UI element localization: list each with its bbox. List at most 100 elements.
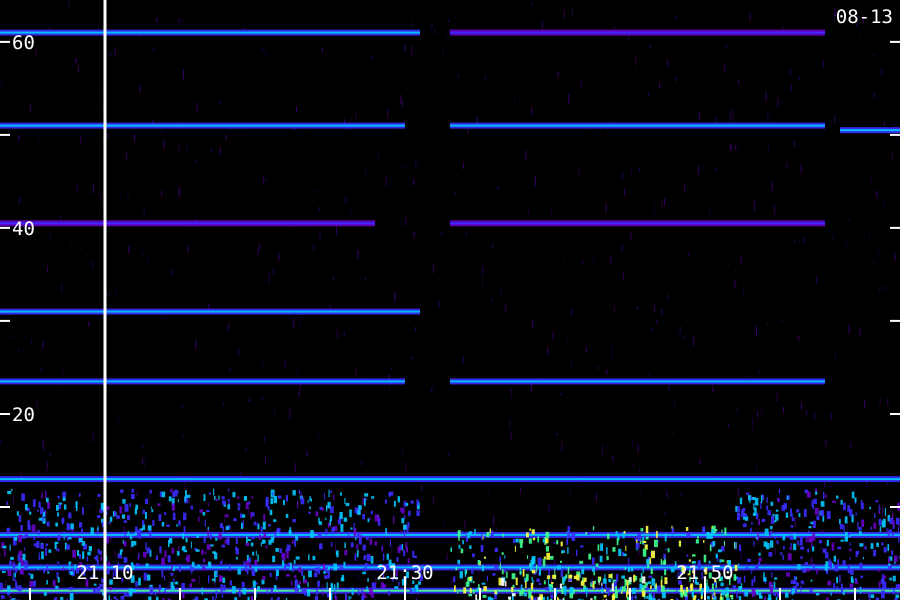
noise-cell: [837, 546, 842, 550]
noise-cell: [607, 533, 610, 540]
noise-speck: [833, 12, 835, 22]
noise-cell: [588, 553, 592, 560]
carrier-line: [0, 308, 420, 315]
noise-cell: [18, 514, 22, 523]
noise-speck: [484, 75, 486, 83]
noise-cell: [686, 533, 691, 538]
noise-speck: [223, 401, 225, 405]
noise-speck: [313, 189, 315, 192]
noise-cell: [142, 509, 146, 514]
noise-cell: [741, 509, 745, 517]
noise-speck: [285, 174, 287, 177]
carrier-core: [0, 124, 405, 127]
noise-cell: [603, 594, 607, 598]
noise-speck: [210, 148, 212, 154]
noise-cell: [148, 596, 152, 600]
noise-cell: [298, 581, 301, 585]
noise-cell: [205, 550, 207, 555]
noise-cell: [707, 596, 710, 600]
noise-cell: [842, 560, 846, 566]
noise-cell: [798, 513, 801, 517]
noise-cell: [700, 588, 703, 596]
noise-cell: [228, 488, 230, 492]
y-tick-right: [890, 319, 900, 322]
noise-cell: [840, 499, 843, 505]
noise-cell: [228, 525, 231, 529]
noise-cell: [263, 532, 267, 538]
noise-cell: [539, 568, 542, 576]
noise-cell: [69, 586, 73, 591]
noise-cell: [878, 504, 880, 513]
carrier-core: [450, 222, 825, 225]
noise-speck: [623, 542, 625, 547]
noise-speck: [528, 210, 530, 215]
noise-cell: [100, 556, 103, 561]
noise-cell: [92, 589, 97, 592]
noise-cell: [106, 537, 109, 544]
noise-speck: [293, 318, 295, 328]
carrier-core: [0, 310, 420, 313]
noise-cell: [808, 526, 812, 529]
noise-cell: [501, 552, 504, 555]
noise-cell: [790, 591, 792, 595]
noise-cell: [579, 560, 584, 564]
noise-speck: [317, 432, 319, 439]
noise-cell: [811, 557, 813, 566]
noise-speck: [127, 193, 129, 200]
noise-speck: [676, 76, 677, 82]
noise-speck: [144, 459, 146, 468]
noise-cell: [220, 561, 223, 564]
noise-cell: [651, 550, 655, 559]
noise-cell: [508, 596, 511, 600]
noise-cell: [12, 571, 14, 579]
noise-cell: [822, 548, 827, 553]
noise-cell: [95, 555, 99, 561]
noise-cell: [747, 558, 751, 563]
noise-cell: [664, 577, 668, 585]
noise-cell: [37, 529, 40, 535]
noise-cell: [576, 549, 578, 557]
noise-speck: [434, 30, 436, 34]
noise-cell: [660, 579, 663, 588]
noise-speck: [130, 343, 132, 346]
noise-speck: [190, 573, 192, 577]
noise-cell: [249, 564, 252, 569]
x-tick-label: 21:10: [76, 562, 133, 584]
noise-cell: [545, 531, 550, 539]
noise-cell: [401, 530, 403, 534]
noise-cell: [172, 512, 176, 521]
noise-cell: [671, 525, 673, 529]
noise-cell: [869, 506, 871, 510]
noise-cell: [138, 577, 141, 586]
noise-cell: [325, 517, 327, 521]
noise-cell: [499, 556, 502, 562]
noise-cell: [287, 562, 290, 567]
noise-cell: [303, 579, 308, 584]
noise-cell: [269, 572, 272, 577]
noise-cell: [763, 541, 768, 547]
noise-speck: [319, 231, 321, 240]
noise-speck: [656, 319, 658, 325]
noise-speck: [664, 510, 666, 516]
noise-cell: [250, 595, 254, 600]
noise-cell: [314, 596, 318, 600]
noise-speck: [630, 232, 632, 240]
noise-cell: [786, 495, 789, 500]
noise-cell: [641, 585, 643, 588]
noise-cell: [273, 585, 277, 591]
noise-cell: [472, 567, 474, 575]
noise-cell: [339, 566, 344, 569]
noise-cell: [778, 489, 781, 494]
noise-speck: [161, 131, 163, 135]
noise-cell: [494, 547, 498, 552]
noise-cell: [221, 594, 224, 598]
noise-speck: [357, 575, 359, 581]
noise-cell: [177, 490, 179, 494]
carrier-core: [450, 380, 825, 383]
noise-cell: [546, 575, 551, 580]
noise-cell: [839, 574, 841, 583]
noise-speck: [80, 135, 82, 143]
noise-cell: [750, 527, 752, 533]
y-tick-right: [890, 413, 900, 415]
noise-cell: [686, 554, 689, 557]
